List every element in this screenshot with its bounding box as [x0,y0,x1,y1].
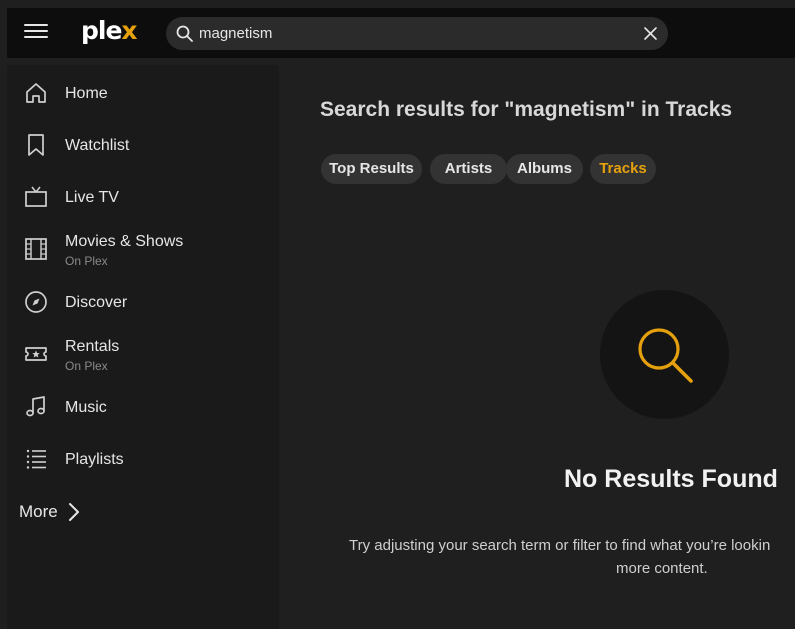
ticket-star-icon [25,347,47,361]
top-bar: plex [7,8,795,58]
sidebar-item-label: Live TV [65,189,119,206]
home-icon [26,83,46,103]
empty-state-title: No Results Found [564,465,778,493]
sidebar-item-watchlist[interactable]: Watchlist [7,121,279,169]
filter-tracks[interactable]: Tracks [590,154,656,184]
sidebar-item-label: Music [65,399,107,416]
music-note-icon [26,396,45,417]
sidebar-item-movies-shows[interactable]: Movies & Shows On Plex [7,225,279,281]
sidebar-item-discover[interactable]: Discover [7,278,279,326]
empty-state-message: Try adjusting your search term or filter… [349,534,795,577]
sidebar-item-label: Discover [65,294,128,311]
compass-icon [25,291,47,313]
filter-top-results[interactable]: Top Results [321,154,422,184]
more-label: More [19,502,58,521]
film-icon [25,238,47,260]
sidebar-item-music[interactable]: Music [7,383,279,431]
sidebar-item-label: Rentals [65,338,120,355]
bookmark-icon [28,134,44,156]
tv-icon [25,186,47,207]
search-input[interactable] [199,17,629,50]
close-icon[interactable] [643,26,658,41]
list-icon [26,449,46,469]
page-title: Search results for "magnetism" in Tracks [320,98,733,121]
main-content: Search results for "magnetism" in Tracks… [279,65,795,629]
sidebar-item-label: Movies & Shows [65,233,184,250]
plex-logo[interactable]: plex [81,16,138,45]
search-bar[interactable] [166,17,668,50]
sidebar-item-rentals[interactable]: Rentals On Plex [7,330,279,386]
hamburger-menu-icon[interactable] [24,24,48,42]
search-icon [638,328,693,383]
chevron-right-icon [69,503,79,521]
sidebar-item-label: Home [65,85,108,102]
sidebar-item-sublabel: On Plex [65,254,108,268]
sidebar: Home Watchlist Live TV Movies & Shows On… [7,65,279,629]
empty-state-line-1: Try adjusting your search term or filter… [349,537,771,554]
sidebar-item-live-tv[interactable]: Live TV [7,173,279,221]
sidebar-item-playlists[interactable]: Playlists [7,435,279,483]
empty-state-circle [600,290,729,419]
search-icon [176,25,193,42]
empty-state-line-2: more content. [616,560,708,577]
sidebar-item-home[interactable]: Home [7,69,279,117]
filter-artists[interactable]: Artists [430,154,507,184]
filter-albums[interactable]: Albums [506,154,583,184]
sidebar-item-label: Watchlist [65,137,130,154]
sidebar-item-label: Playlists [65,451,124,468]
sidebar-item-sublabel: On Plex [65,359,108,373]
